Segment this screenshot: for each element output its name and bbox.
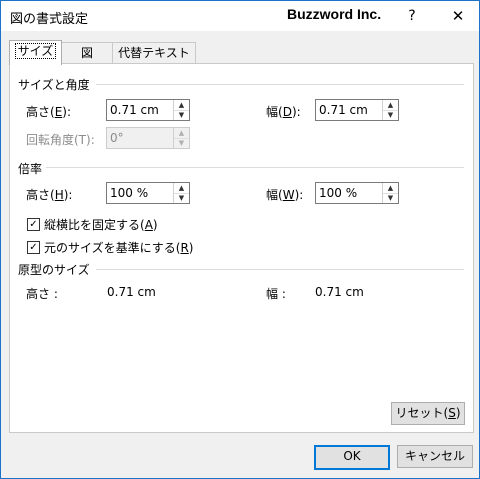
divider: [96, 84, 464, 85]
spin-down-icon[interactable]: ▼: [174, 110, 189, 120]
section-scale: 倍率: [18, 162, 43, 176]
scale-width-input[interactable]: [319, 184, 379, 201]
width-input[interactable]: [319, 101, 379, 118]
divider: [96, 269, 464, 270]
brand-label: Buzzword Inc.: [287, 6, 382, 22]
title-bar[interactable]: 図の書式設定 Buzzword Inc. ? ✕: [1, 1, 479, 31]
tab-bar: サイズ 図 代替テキスト: [1, 31, 479, 65]
dialog-window: 図の書式設定 Buzzword Inc. ? ✕ サイズ 図 代替テキスト サイ…: [0, 0, 480, 479]
scale-height-input[interactable]: [110, 184, 170, 201]
tab-alt-text[interactable]: 代替テキスト: [112, 42, 196, 64]
rotation-label: 回転角度(T):: [26, 133, 95, 147]
spin-down-icon[interactable]: ▼: [174, 193, 189, 203]
rotation-spinner: ▲▼: [106, 127, 190, 149]
scale-width-label: 幅(W):: [266, 188, 304, 202]
scale-height-spinner[interactable]: ▲▼: [106, 182, 190, 204]
scale-width-spinner[interactable]: ▲▼: [315, 182, 399, 204]
width-spinner[interactable]: ▲▼: [315, 99, 399, 121]
dialog-title: 図の書式設定: [10, 12, 89, 27]
help-icon[interactable]: ?: [402, 6, 422, 26]
section-original-size: 原型のサイズ: [18, 263, 90, 277]
original-width-label: 幅 :: [266, 287, 286, 301]
lock-aspect-label[interactable]: 縦横比を固定する(A): [44, 216, 158, 233]
width-label: 幅(D):: [266, 105, 301, 119]
reset-button[interactable]: リセット(S): [391, 402, 465, 425]
relative-size-label[interactable]: 元のサイズを基準にする(R): [44, 239, 193, 256]
spin-down-icon: ▼: [178, 139, 185, 147]
rotation-input: [110, 129, 170, 146]
divider: [46, 167, 464, 168]
section-size-angle: サイズと角度: [18, 78, 90, 92]
scale-height-label: 高さ(H):: [26, 188, 73, 202]
spin-down-icon[interactable]: ▼: [383, 193, 398, 203]
original-height-value: 0.71 cm: [107, 285, 156, 299]
height-input[interactable]: [110, 101, 170, 118]
height-label: 高さ(E):: [26, 105, 72, 119]
original-height-label: 高さ :: [26, 287, 58, 301]
height-spinner[interactable]: ▲▼: [106, 99, 190, 121]
size-panel: サイズと角度 高さ(E): ▲▼ 幅(D): ▲▼ 回転角度(T): ▲▼ 倍率…: [9, 63, 474, 433]
original-width-value: 0.71 cm: [315, 285, 364, 299]
tab-picture[interactable]: 図: [61, 42, 113, 64]
relative-size-checkbox[interactable]: ✓: [27, 241, 40, 254]
ok-button[interactable]: OK: [314, 445, 390, 470]
cancel-button[interactable]: キャンセル: [397, 445, 473, 468]
lock-aspect-checkbox[interactable]: ✓: [27, 218, 40, 231]
close-icon[interactable]: ✕: [447, 6, 469, 26]
spin-down-icon[interactable]: ▼: [383, 110, 398, 120]
tab-size[interactable]: サイズ: [9, 40, 62, 65]
